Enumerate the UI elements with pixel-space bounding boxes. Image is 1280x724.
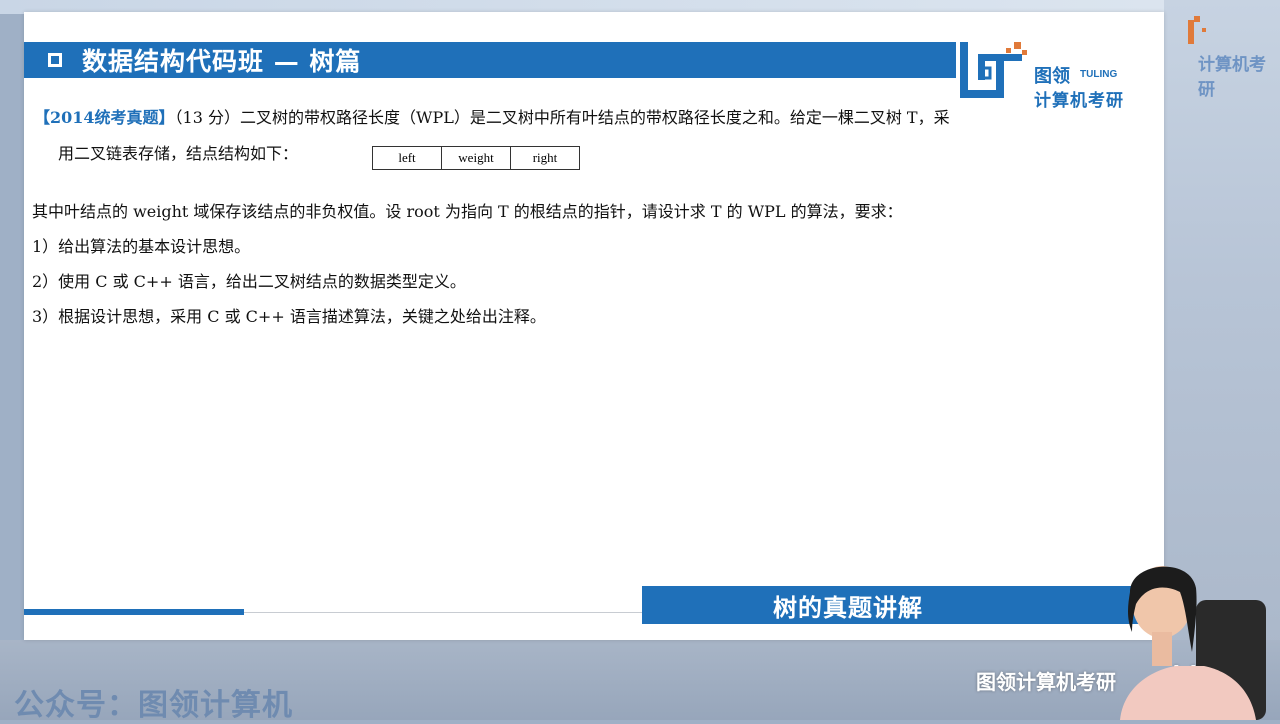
requirement-3: 3）根据设计思想，采用 C 或 C++ 语言描述算法，关键之处给出注释。 [32,307,546,326]
slide-title: 数据结构代码班 — 树篇 [82,47,362,76]
node-field-weight: weight [441,146,511,170]
progress-fill [24,609,244,615]
logo-sub: 计算机考研 [1034,91,1124,111]
logo-cn: 图领 [1034,66,1070,87]
square-bullet-icon [48,53,62,67]
requirement-2: 2）使用 C 或 C++ 语言，给出二叉树结点的数据类型定义。 [32,272,466,291]
section-banner: 树的真题讲解 [642,586,1164,624]
question-label: 【2014统考真题】 [34,108,175,127]
tuling-logo: 图领 TULING 计算机考研 [958,34,1148,111]
table-row: left weight right [372,146,580,170]
logo-en: TULING [1080,69,1118,80]
slide: 数据结构代码班 — 树篇 图领 TULING 计算机考研 【2014统考真题】（… [24,12,1164,640]
requirement-1: 1）给出算法的基本设计思想。 [32,237,251,256]
question-text-1: （13 分）二叉树的带权路径长度（WPL）是二叉树中所有叶结点的带权路径长度之和… [174,108,950,127]
node-field-right: right [510,146,580,170]
question-line-2: 用二叉链表存储，结点结构如下： [58,144,299,163]
tuling-logo-icon [960,42,1027,98]
node-structure-table: left weight right [372,146,580,170]
section-banner-text: 树的真题讲解 [773,592,923,622]
title-bar: 数据结构代码班 — 树篇 [24,42,956,78]
ghost-logo-sub: 计算机考研 [1198,55,1266,100]
wechat-watermark: 公众号：图领计算机 [14,688,293,723]
ghost-logo-text: 计算机考研 [1198,50,1280,100]
question-line-3: 其中叶结点的 weight 域保存该结点的非负权值。设 root 为指向 T 的… [32,202,903,221]
question-line-1: 【2014统考真题】（13 分）二叉树的带权路径长度（WPL）是二叉树中所有叶结… [34,104,950,128]
presenter-avatar [1120,566,1266,720]
channel-watermark: 图领计算机考研 [976,670,1116,694]
node-field-left: left [372,146,442,170]
